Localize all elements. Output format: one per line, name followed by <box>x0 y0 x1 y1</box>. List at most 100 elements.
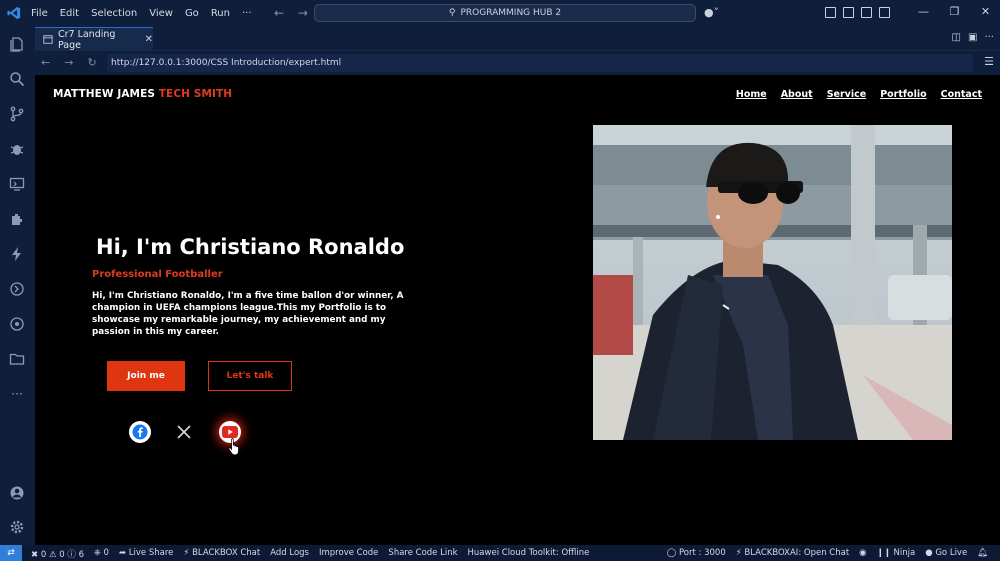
command-center[interactable]: ⚲ PROGRAMMING HUB 2 <box>314 4 696 22</box>
gear-icon[interactable] <box>8 518 26 536</box>
blackbox-chat-button[interactable]: ⚡ BLACKBOX Chat <box>183 548 260 560</box>
port-status[interactable]: ◯ Port : 3000 <box>667 548 726 558</box>
blackbox-chat-label: BLACKBOX Chat <box>192 548 261 558</box>
huawei-toolkit-status[interactable]: Huawei Cloud Toolkit: Offline <box>468 548 590 560</box>
nav-about[interactable]: About <box>781 89 813 100</box>
customize-layout-icon[interactable] <box>825 7 836 18</box>
ports-indicator[interactable]: ⎈ 0 <box>94 548 109 560</box>
command-center-label: PROGRAMMING HUB 2 <box>460 8 562 18</box>
toggle-secondary-sidebar-icon[interactable] <box>879 7 890 18</box>
blackboxai-label: BLACKBOXAI: Open Chat <box>744 548 850 558</box>
activity-bar: ··· <box>0 27 35 545</box>
port-label: Port : 3000 <box>678 548 726 558</box>
logo-main-text: MATTHEW JAMES <box>53 88 159 100</box>
more-actions-icon[interactable]: ··· <box>984 32 994 43</box>
toggle-primary-sidebar-icon[interactable] <box>843 7 854 18</box>
search-icon: ⚲ <box>448 8 456 18</box>
nav-portfolio[interactable]: Portfolio <box>880 89 926 100</box>
timeline-icon[interactable] <box>8 280 26 298</box>
status-right: ◯ Port : 3000 ⚡ BLACKBOXAI: Open Chat ◉ … <box>667 548 988 558</box>
source-control-icon[interactable] <box>8 105 26 123</box>
copilot-icon[interactable]: ●˅ <box>704 6 719 19</box>
explorer-icon[interactable] <box>8 35 26 53</box>
info-count: 6 <box>78 550 85 560</box>
go-live-label: Go Live <box>935 548 968 558</box>
search-icon[interactable] <box>8 70 26 88</box>
browser-forward-icon[interactable]: → <box>64 56 73 69</box>
browser-back-icon[interactable]: ← <box>41 56 50 69</box>
live-share-label: Live Share <box>128 548 174 558</box>
warning-count: 0 <box>59 550 65 560</box>
back-arrow-icon[interactable]: ← <box>274 6 284 20</box>
lock-icon[interactable]: ▣ <box>968 32 977 43</box>
menu-file[interactable]: File <box>31 8 48 19</box>
minimize-icon[interactable]: — <box>908 5 939 18</box>
menu-edit[interactable]: Edit <box>60 8 79 19</box>
status-bar: ⇄ ✖ 0 ⚠ 0 ⓘ 6 ⎈ 0 ➦ Live Share ⚡ BLACKBO… <box>0 545 1000 561</box>
join-me-button[interactable]: Join me <box>107 361 185 391</box>
x-twitter-icon[interactable] <box>173 421 195 443</box>
remote-explorer-icon[interactable] <box>8 175 26 193</box>
run-debug-icon[interactable] <box>8 140 26 158</box>
copilot-status-icon[interactable]: ◉ <box>859 548 866 558</box>
ports-count: 0 <box>103 548 109 558</box>
hand-cursor-icon <box>228 438 239 455</box>
browser-nav: ← → ↻ <box>41 56 97 69</box>
menu-bar: File Edit Selection View Go Run ··· <box>31 8 264 19</box>
error-count: 0 <box>40 550 47 560</box>
window-controls: — ❐ ✕ <box>908 5 1000 18</box>
split-editor-icon[interactable]: ◫ <box>952 32 961 43</box>
editor-tab-label: Cr7 Landing Page <box>57 28 116 51</box>
folder-icon[interactable] <box>8 350 26 368</box>
menu-view[interactable]: View <box>149 8 173 19</box>
blackboxai-open-chat[interactable]: ⚡ BLACKBOXAI: Open Chat <box>736 548 849 558</box>
tab-close-icon[interactable]: ✕ <box>145 34 153 45</box>
history-nav: ← → <box>274 6 318 20</box>
share-code-link-button[interactable]: Share Code Link <box>388 548 457 560</box>
logo-accent-text: TECH SMITH <box>158 88 233 100</box>
hamburger-menu-icon[interactable]: ☰ <box>984 55 994 68</box>
nav-home[interactable]: Home <box>736 89 767 100</box>
nav-contact[interactable]: Contact <box>941 89 982 100</box>
hero-description: Hi, I'm Christiano Ronaldo, I'm a five t… <box>92 291 404 337</box>
remote-indicator-icon[interactable]: ⇄ <box>0 545 22 561</box>
url-input[interactable]: http://127.0.0.1:3000/CSS Introduction/e… <box>107 54 973 72</box>
reload-icon[interactable]: ↻ <box>87 56 96 69</box>
menu-more[interactable]: ··· <box>242 8 252 19</box>
lets-talk-button[interactable]: Let's talk <box>208 361 292 391</box>
hero-title: Hi, I'm Christiano Ronaldo <box>96 235 405 259</box>
page-viewport: MATTHEW JAMES TECH SMITH Home About Serv… <box>35 75 1000 545</box>
problems-indicator[interactable]: ✖ 0 ⚠ 0 ⓘ 6 <box>31 548 84 560</box>
globe-settings-icon[interactable] <box>8 315 26 333</box>
add-logs-button[interactable]: Add Logs <box>270 548 309 560</box>
menu-go[interactable]: Go <box>185 8 199 19</box>
browser-tab-icon <box>43 35 53 44</box>
toggle-panel-icon[interactable] <box>861 7 872 18</box>
close-icon[interactable]: ✕ <box>970 5 1000 18</box>
account-icon[interactable] <box>8 484 26 502</box>
vscode-logo-icon <box>7 6 21 20</box>
facebook-icon[interactable] <box>129 421 151 443</box>
lightning-icon[interactable] <box>8 245 26 263</box>
ninja-label: Ninja <box>893 548 916 558</box>
menu-run[interactable]: Run <box>211 8 230 19</box>
site-logo[interactable]: MATTHEW JAMES TECH SMITH <box>53 88 232 100</box>
profile-photo <box>593 125 952 440</box>
go-live-button[interactable]: ● Go Live <box>925 548 967 558</box>
more-icon[interactable]: ··· <box>8 385 26 403</box>
browser-address-bar: ← → ↻ http://127.0.0.1:3000/CSS Introduc… <box>35 51 1000 75</box>
editor-tab-row: Cr7 Landing Page ✕ ◫ ▣ ··· <box>35 27 1000 51</box>
status-left: ✖ 0 ⚠ 0 ⓘ 6 ⎈ 0 ➦ Live Share ⚡ BLACKBOX … <box>31 548 589 560</box>
editor-tab[interactable]: Cr7 Landing Page ✕ <box>35 27 153 51</box>
menu-selection[interactable]: Selection <box>91 8 137 19</box>
tab-actions: ◫ ▣ ··· <box>952 32 994 43</box>
extensions-icon[interactable] <box>8 210 26 228</box>
improve-code-button[interactable]: Improve Code <box>319 548 378 560</box>
notifications-bell-icon[interactable]: 🔔︎ <box>977 548 988 558</box>
nav-service[interactable]: Service <box>827 89 867 100</box>
hero-subtitle: Professional Footballer <box>92 269 223 280</box>
forward-arrow-icon[interactable]: → <box>298 6 308 20</box>
live-share-button[interactable]: ➦ Live Share <box>119 548 173 560</box>
ninja-status[interactable]: ❙❙ Ninja <box>877 548 916 558</box>
restore-icon[interactable]: ❐ <box>939 5 970 18</box>
